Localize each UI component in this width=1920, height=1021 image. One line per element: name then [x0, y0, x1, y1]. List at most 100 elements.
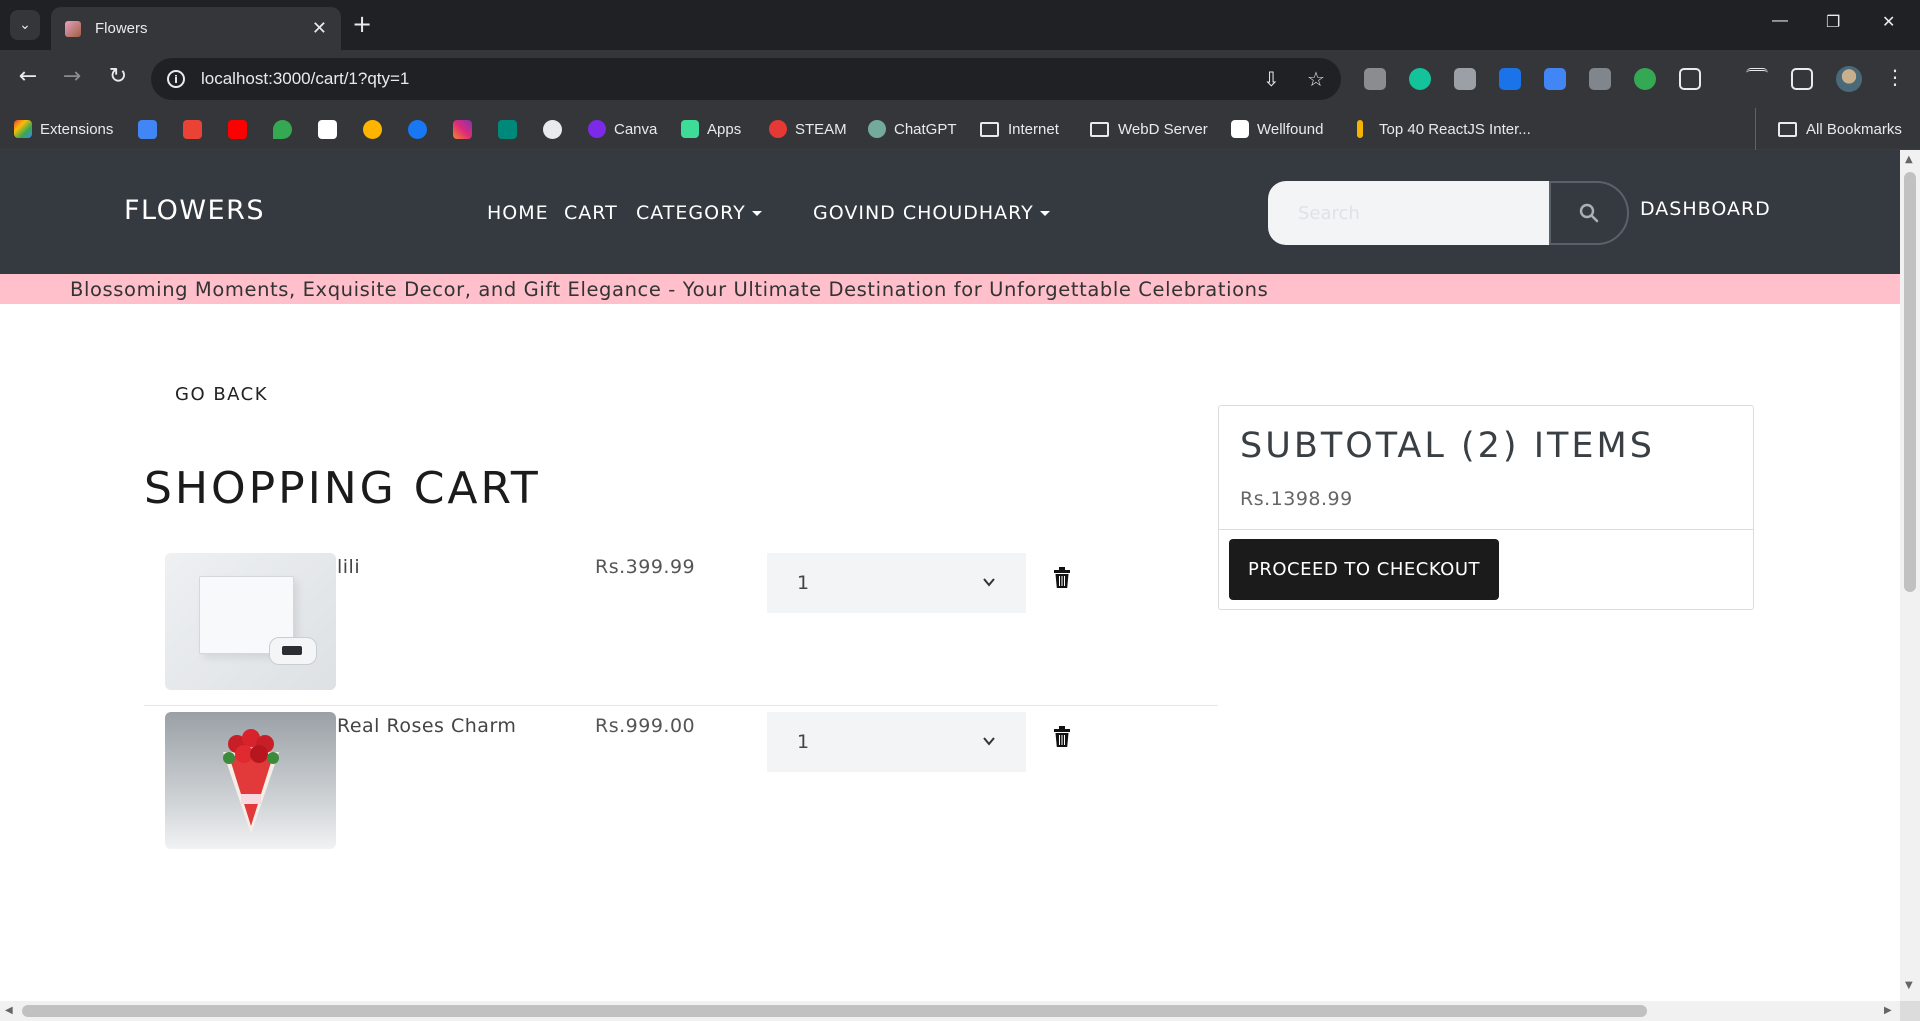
install-app-icon[interactable]: ⇩: [1263, 68, 1280, 90]
bookmark-reactjs[interactable]: Top 40 ReactJS Inter...: [1357, 108, 1531, 150]
folder-icon: [1090, 121, 1109, 137]
reload-icon[interactable]: ↻: [103, 64, 133, 90]
browser-menu-icon[interactable]: ⋮: [1880, 64, 1910, 90]
product-image[interactable]: [165, 712, 336, 849]
minimize-icon[interactable]: —: [1772, 12, 1788, 30]
side-panel-icon[interactable]: [1791, 68, 1813, 90]
bookmark-steam[interactable]: STEAM: [769, 108, 847, 150]
wellfound-icon: [1231, 120, 1249, 138]
window-close-icon[interactable]: ✕: [1882, 12, 1895, 32]
grammarly-icon[interactable]: [1409, 68, 1431, 90]
folder-icon: [980, 121, 999, 137]
bookmark-label: Apps: [707, 120, 742, 138]
restore-icon[interactable]: ❐: [1826, 12, 1840, 32]
search-input[interactable]: Search: [1268, 181, 1550, 245]
scroll-right-icon[interactable]: ▶: [1884, 1005, 1892, 1016]
bookmark-star-icon[interactable]: ☆: [1307, 68, 1325, 90]
cart-item: lili Rs.399.99 1: [144, 548, 1218, 706]
nav-cart[interactable]: CART: [564, 202, 618, 224]
page-title: SHOPPING CART: [144, 463, 541, 514]
extension-icon[interactable]: [1499, 68, 1521, 90]
bookmark-wellfound[interactable]: Wellfound: [1231, 108, 1323, 150]
ublock-icon[interactable]: [1589, 68, 1611, 90]
site-brand[interactable]: FLOWERS: [124, 195, 265, 226]
trash-icon[interactable]: [1053, 567, 1071, 589]
back-icon[interactable]: ←: [13, 64, 43, 90]
bookmark-canva[interactable]: Canva: [588, 108, 657, 150]
instagram-icon[interactable]: [453, 120, 472, 139]
github-icon[interactable]: [543, 120, 562, 139]
nav-user-dropdown[interactable]: GOVIND CHOUDHARY: [813, 202, 1050, 224]
proceed-to-checkout-button[interactable]: PROCEED TO CHECKOUT: [1229, 539, 1499, 600]
item-name[interactable]: lili: [337, 556, 360, 578]
search-button[interactable]: [1549, 181, 1629, 245]
caret-down-icon: [1039, 211, 1050, 216]
bookmark-internet[interactable]: Internet: [980, 108, 1059, 150]
extension-bookmark-icon[interactable]: [363, 120, 382, 139]
caret-down-icon: [751, 211, 762, 216]
scroll-up-icon[interactable]: ▲: [1905, 154, 1913, 165]
item-name[interactable]: Real Roses Charm: [337, 715, 516, 737]
shield-extension-icon[interactable]: [1364, 68, 1386, 90]
bookmark-page-icon: [1357, 120, 1363, 138]
tagline-text: Blossoming Moments, Exquisite Decor, and…: [70, 278, 1269, 301]
tab-title: Flowers: [95, 20, 148, 37]
forward-icon[interactable]: →: [57, 64, 87, 90]
url-text[interactable]: localhost:3000/cart/1?qty=1: [201, 69, 409, 89]
nav-dashboard[interactable]: DASHBOARD: [1640, 198, 1771, 220]
extensions-icon: [14, 120, 32, 138]
new-tab-icon[interactable]: +: [352, 11, 372, 37]
scroll-left-icon[interactable]: ◀: [5, 1005, 13, 1016]
nav-category-label: CATEGORY: [636, 202, 746, 224]
vertical-scrollbar[interactable]: ▲ ▼: [1900, 150, 1920, 1001]
address-bar[interactable]: i localhost:3000/cart/1?qty=1 ⇩ ☆: [151, 58, 1341, 100]
youtube-icon[interactable]: [228, 120, 247, 139]
bookmark-chatgpt[interactable]: ChatGPT: [868, 108, 957, 150]
bookmark-all-bookmarks[interactable]: All Bookmarks: [1755, 108, 1902, 150]
gmail-icon[interactable]: [183, 120, 202, 139]
puzzle-extensions-icon[interactable]: [1679, 68, 1701, 90]
bookmark-extensions[interactable]: Extensions: [14, 108, 113, 150]
bookmark-label: WebD Server: [1118, 120, 1208, 138]
steam-icon: [769, 120, 787, 138]
extension-icon[interactable]: [1454, 68, 1476, 90]
site-info-icon[interactable]: i: [167, 70, 185, 88]
go-back-button[interactable]: GO BACK: [175, 384, 268, 405]
scrollbar-thumb[interactable]: [22, 1005, 1647, 1017]
chevron-down-icon: [983, 578, 995, 587]
meet-icon[interactable]: [498, 120, 517, 139]
horizontal-scrollbar[interactable]: ◀ ▶: [0, 1001, 1900, 1021]
extension-icon[interactable]: [1634, 68, 1656, 90]
scroll-down-icon[interactable]: ▼: [1905, 980, 1913, 991]
canva-icon: [588, 120, 606, 138]
bookmark-label: All Bookmarks: [1806, 120, 1902, 138]
tab-search-icon[interactable]: ⌄: [10, 10, 40, 40]
scrollbar-thumb[interactable]: [1904, 172, 1916, 592]
product-image[interactable]: [165, 553, 336, 690]
tab-close-icon[interactable]: ✕: [312, 18, 327, 39]
rose-bouquet-shape: [223, 729, 279, 834]
bookmarks-bar: Extensions Canva Apps STEAM ChatGPT Inte…: [0, 108, 1920, 150]
trash-icon[interactable]: [1053, 726, 1071, 748]
amazon-icon[interactable]: [318, 120, 337, 139]
nav-home[interactable]: HOME: [487, 202, 549, 224]
search-icon: [1579, 203, 1599, 223]
browser-tab[interactable]: Flowers ✕: [51, 7, 341, 50]
bookmark-apps[interactable]: Apps: [681, 108, 741, 150]
quantity-select[interactable]: 1: [767, 712, 1026, 772]
scrollbar-corner: [1900, 1001, 1920, 1021]
bookmark-webd-server[interactable]: WebD Server: [1090, 108, 1208, 150]
profile-avatar[interactable]: [1836, 66, 1862, 92]
maps-icon[interactable]: [273, 120, 292, 139]
extension-icon[interactable]: [1544, 68, 1566, 90]
bookmark-label: Wellfound: [1257, 120, 1324, 138]
facebook-icon[interactable]: [408, 120, 427, 139]
google-translate-icon[interactable]: [138, 120, 157, 139]
nav-user-label: GOVIND CHOUDHARY: [813, 202, 1034, 224]
media-controls-icon[interactable]: [1746, 68, 1768, 90]
nav-category-dropdown[interactable]: CATEGORY: [636, 202, 762, 224]
bookmark-label: Internet: [1008, 120, 1059, 138]
quantity-select[interactable]: 1: [767, 553, 1026, 613]
folder-icon: [1778, 121, 1797, 137]
item-price: Rs.999.00: [595, 715, 696, 737]
